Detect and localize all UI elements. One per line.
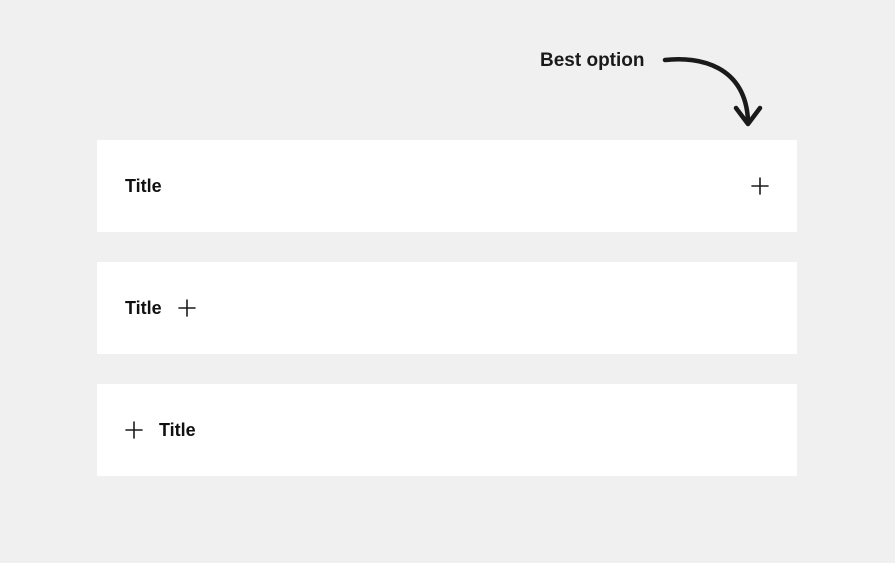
- arrow-icon: [660, 48, 770, 138]
- plus-icon: [751, 177, 769, 195]
- accordion-row-option-2[interactable]: Title: [97, 262, 797, 354]
- accordion-title: Title: [125, 176, 162, 197]
- accordion-row-option-1[interactable]: Title: [97, 140, 797, 232]
- annotation-label: Best option: [540, 50, 645, 72]
- plus-icon: [178, 299, 196, 317]
- accordion-title: Title: [159, 420, 196, 441]
- accordion-row-option-3[interactable]: Title: [97, 384, 797, 476]
- plus-icon: [125, 421, 143, 439]
- accordion-title: Title: [125, 298, 162, 319]
- accordion-options-list: Title Title Title: [97, 140, 797, 476]
